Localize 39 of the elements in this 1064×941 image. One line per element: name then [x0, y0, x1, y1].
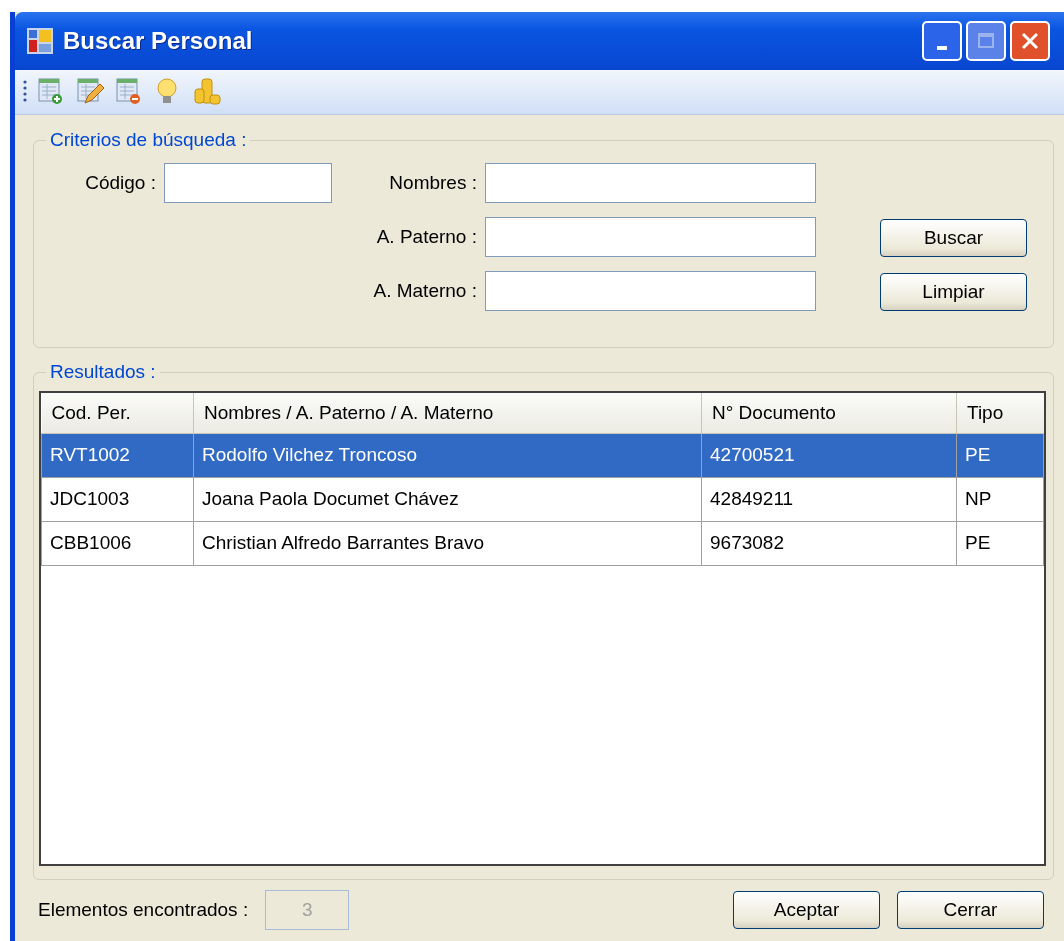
table-cell: JDC1003	[41, 477, 194, 521]
field-label: A. Paterno :	[375, 224, 478, 249]
close-icon	[1021, 32, 1039, 50]
table-cell: RVT1002	[41, 433, 194, 477]
app-icon	[27, 28, 53, 54]
minimize-button[interactable]	[922, 21, 962, 61]
column-header[interactable]: Nombres / A. Paterno / A. Materno	[193, 393, 702, 433]
window-title: Buscar Personal	[63, 26, 253, 56]
table-cell: 42849211	[701, 477, 957, 521]
coins-icon[interactable]	[192, 77, 222, 107]
maximize-icon	[977, 32, 995, 50]
minimize-icon	[937, 46, 947, 50]
button[interactable]: Limpiar	[880, 273, 1027, 311]
table-cell: 42700521	[701, 433, 957, 477]
table-cell: Christian Alfredo Barrantes Bravo	[193, 521, 702, 565]
count-label: Elementos encontrados :	[38, 897, 249, 922]
table-cell: Joana Paola Documet Chávez	[193, 477, 702, 521]
table-cell: PE	[956, 521, 1044, 565]
button[interactable]: Cerrar	[897, 891, 1044, 929]
column-header[interactable]: N° Documento	[701, 393, 957, 433]
column-header[interactable]: Cod. Per.	[41, 393, 194, 433]
field-label: A. Materno :	[372, 278, 478, 303]
table-cell: CBB1006	[41, 521, 194, 565]
input-field[interactable]	[485, 217, 816, 257]
table-cell: PE	[956, 433, 1044, 477]
maximize-button[interactable]	[966, 21, 1006, 61]
table-cell: 9673082	[701, 521, 957, 565]
button[interactable]: Buscar	[880, 219, 1027, 257]
input-field[interactable]	[164, 163, 332, 203]
table-cell: NP	[956, 477, 1044, 521]
edit-record-icon[interactable]	[75, 77, 105, 107]
input-field[interactable]	[485, 271, 816, 311]
column-header[interactable]: Tipo	[956, 393, 1044, 433]
field-label: Código :	[84, 170, 157, 195]
table-cell: Rodolfo Vilchez Troncoso	[193, 433, 702, 477]
input-field[interactable]	[485, 163, 816, 203]
close-button[interactable]	[1010, 21, 1050, 61]
button[interactable]: Aceptar	[733, 891, 880, 929]
field-label: Nombres :	[388, 170, 478, 195]
